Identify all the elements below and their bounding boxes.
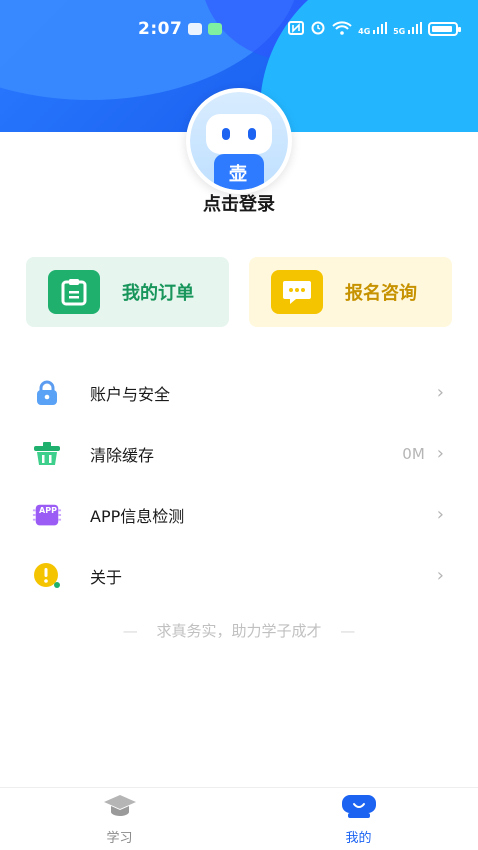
alarm-icon (310, 19, 326, 39)
graduation-cap-icon (103, 793, 137, 823)
tab-study[interactable]: 学习 (0, 788, 239, 850)
menu-item-clear-cache[interactable]: 清除缓存 0M › (0, 423, 478, 484)
menu-item-account-security[interactable]: 账户与安全 › (0, 362, 478, 423)
enroll-consult-card[interactable]: 报名咨询 (249, 257, 452, 327)
menu-item-app-check[interactable]: APP信息检测 › (0, 484, 478, 545)
tab-bar: 学习 我的 (0, 787, 478, 850)
battery-icon (428, 22, 461, 36)
chevron-right-icon: › (436, 504, 444, 525)
menu-item-about[interactable]: 关于 › (0, 545, 478, 606)
wechat-icon (208, 23, 223, 35)
slogan: — 求真务实，助力学子成才 — (122, 622, 356, 640)
enroll-consult-label: 报名咨询 (345, 283, 417, 304)
cache-size: 0M (402, 444, 425, 463)
profile-icon (340, 793, 378, 823)
tab-mine[interactable]: 我的 (239, 788, 478, 850)
my-orders-card[interactable]: 我的订单 (26, 257, 229, 327)
nfc-icon (288, 20, 305, 39)
signal-4g-icon: 4G (358, 22, 388, 36)
info-icon (32, 561, 62, 591)
wifi-icon (332, 20, 352, 39)
status-time: 2:07 (138, 19, 183, 39)
signal-5g-icon: 5G (393, 22, 422, 36)
login-link[interactable]: 点击登录 (0, 190, 478, 216)
notification-icon (188, 23, 203, 35)
app-chip-icon (32, 500, 62, 530)
chevron-right-icon: › (436, 565, 444, 586)
clear-cache-icon (32, 439, 62, 469)
status-bar: 2:07 4G 5G (0, 0, 478, 58)
chevron-right-icon: › (436, 382, 444, 403)
avatar[interactable]: 壶 (186, 88, 292, 194)
lock-icon (32, 378, 62, 408)
my-orders-label: 我的订单 (122, 283, 194, 304)
chevron-right-icon: › (436, 443, 444, 464)
clipboard-icon (48, 270, 100, 314)
settings-menu: 账户与安全 › 清除缓存 0M › APP信息检测 › 关于 › (0, 362, 478, 606)
chat-bubble-icon (271, 270, 323, 314)
